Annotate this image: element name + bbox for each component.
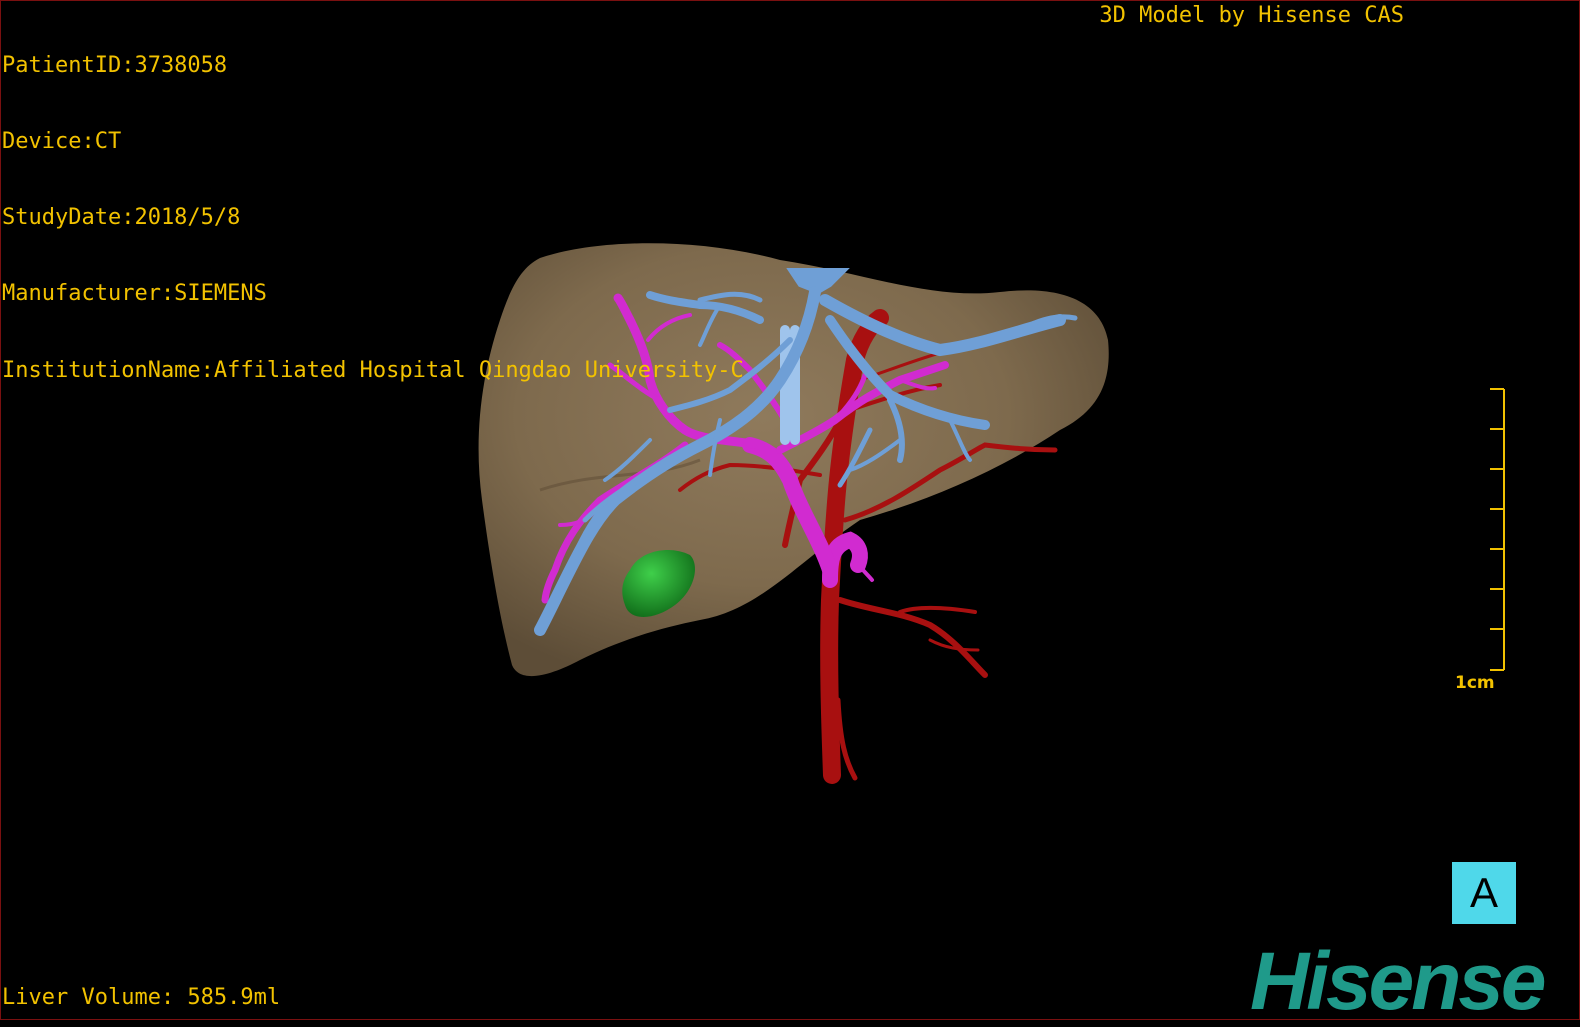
device-label: Device:CT [2,129,122,155]
scale-bar-label: 1cm [1455,673,1495,693]
study-date-label: StudyDate:2018/5/8 [2,205,241,231]
liver-volume-label: Liver Volume: 585.9ml [2,985,281,1010]
institution-label: InstitutionName:Affiliated Hospital Qing… [2,357,744,383]
orientation-marker[interactable]: A [1452,862,1516,924]
model-credit-label: 3D Model by Hisense CAS [1099,3,1404,28]
dicom-info-overlay: PatientID:3738058 Device:CT StudyDate:20… [2,2,744,408]
scale-bar [1490,388,1505,671]
hisense-logo: Hisense [1250,936,1547,1027]
manufacturer-label: Manufacturer:SIEMENS [2,281,267,307]
patient-id-label: PatientID:3738058 [2,52,228,78]
